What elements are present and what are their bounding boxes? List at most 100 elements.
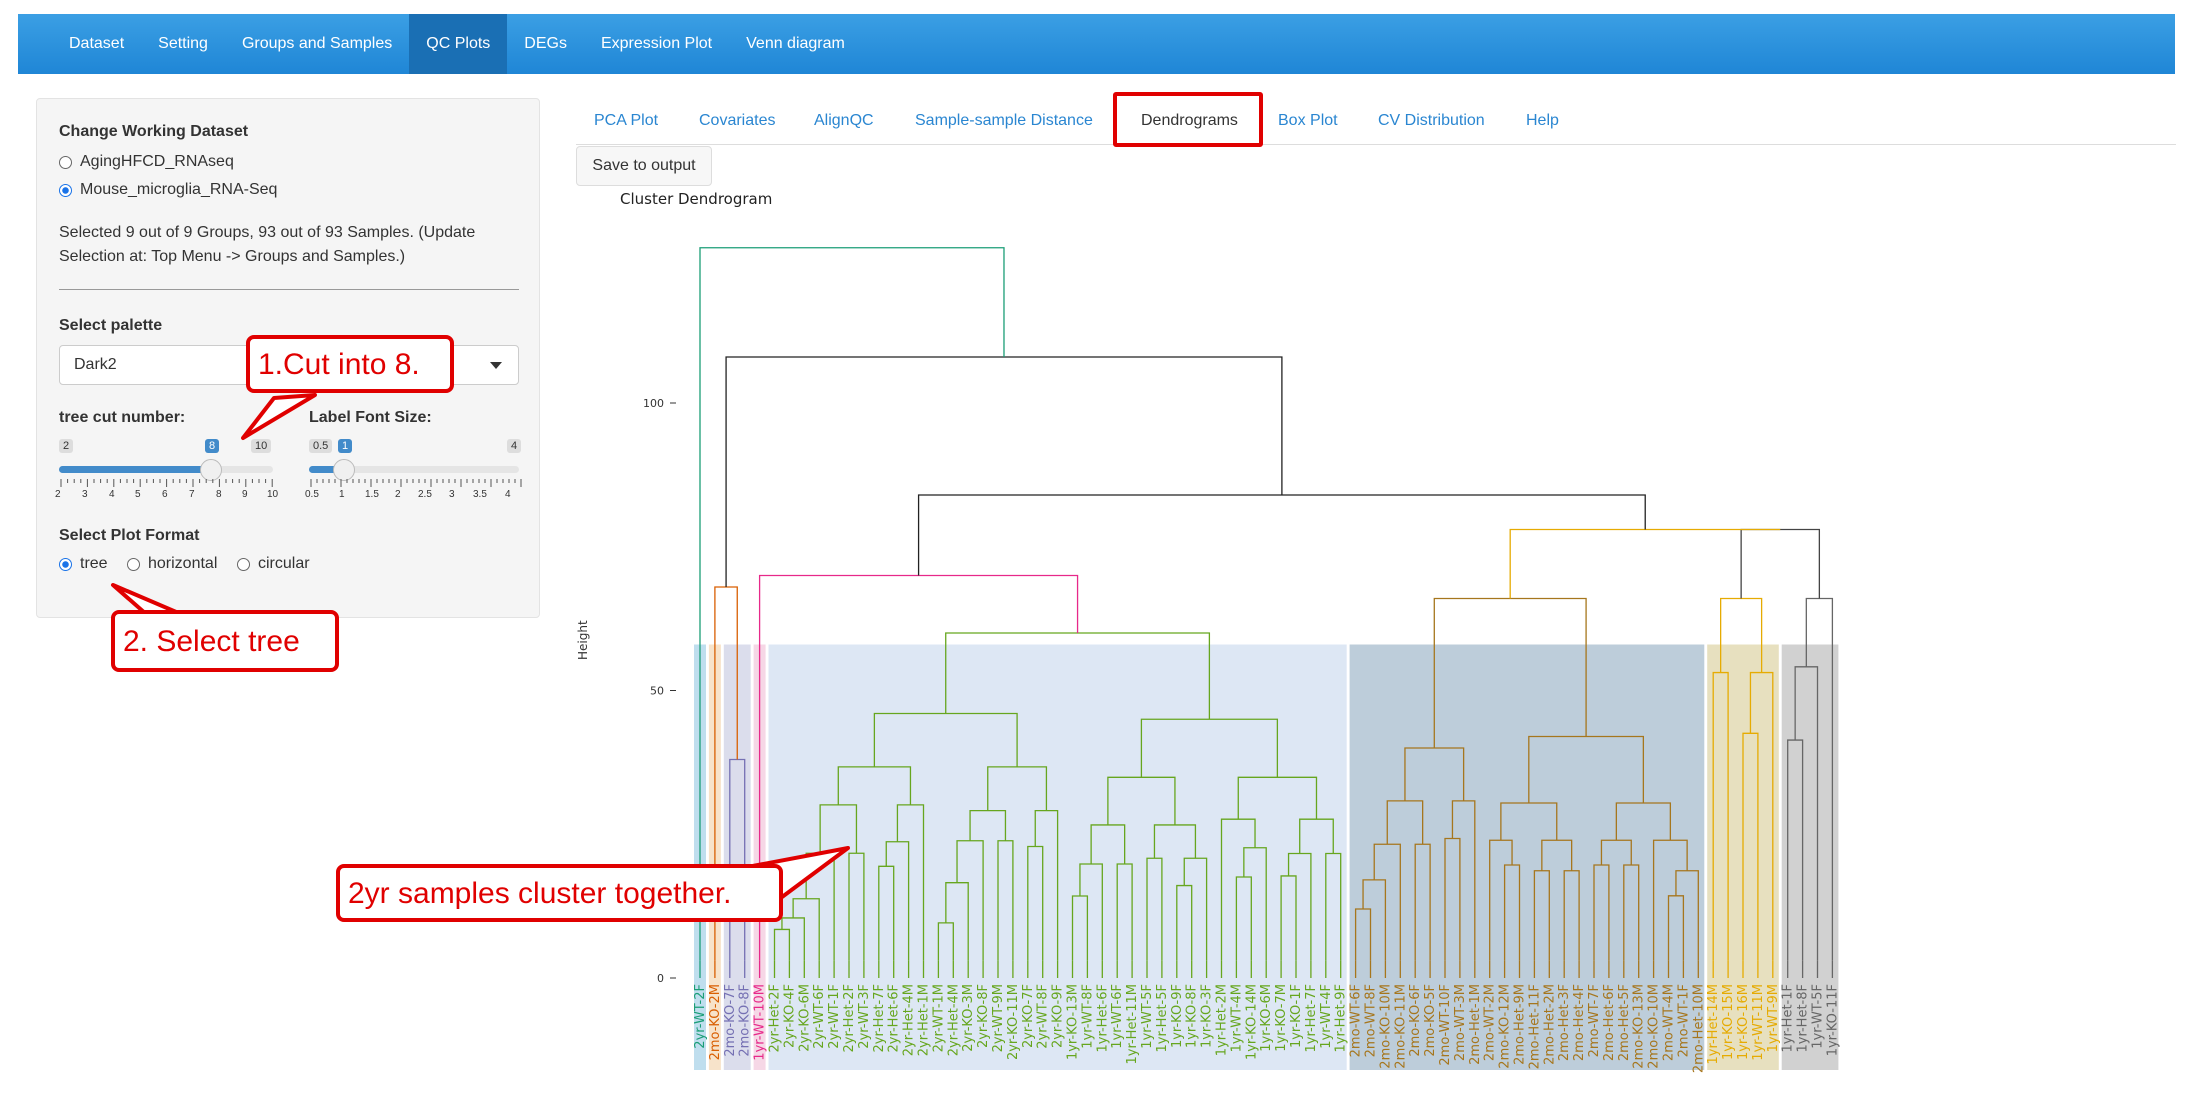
leaf-label: 2mo-KO-8F <box>738 984 753 1057</box>
save-to-output-button[interactable]: Save to output <box>576 146 712 186</box>
tab-dendrograms-highlight[interactable]: Dendrograms <box>1113 92 1263 147</box>
font-size-handle[interactable] <box>333 459 355 481</box>
leaf-label: 2yr-WT-1F <box>827 984 842 1049</box>
nav-dataset[interactable]: Dataset <box>52 14 141 74</box>
tree-cut-handle[interactable] <box>200 459 222 481</box>
leaf-label: 2mo-WT-1F <box>1676 984 1691 1057</box>
leaf-label: 1yr-WT-5F <box>1140 984 1155 1049</box>
format-option-horizontal[interactable]: horizontal <box>127 555 217 573</box>
leaf-label: 2mo-Het-11F <box>1527 984 1542 1069</box>
tick-label: 10 <box>267 489 279 500</box>
leaf-label: 1yr-WT-5F <box>1811 984 1826 1049</box>
leaf-label: 2mo-WT-6F <box>1349 984 1364 1057</box>
leaf-label: 1yr-Het-9F <box>1334 984 1349 1052</box>
dendrogram-branch <box>917 494 1646 576</box>
leaf-label: 1yr-Het-6F <box>1095 984 1110 1052</box>
tab-sample-sample-distance[interactable]: Sample-sample Distance <box>915 112 1093 130</box>
leaf-label: 1yr-KO-14M <box>1244 984 1259 1060</box>
tab-covariates[interactable]: Covariates <box>699 112 775 130</box>
leaf-label: 2yr-KO-8F <box>976 984 991 1048</box>
leaf-label: 1yr-Het-1F <box>1781 984 1796 1052</box>
top-navbar: Dataset Setting Groups and Samples QC Pl… <box>18 14 2175 74</box>
leaf-label: 2mo-Het-2M <box>1542 984 1557 1065</box>
leaf-label: 1yr-KO-9F <box>1170 984 1185 1048</box>
leaf-label: 2yr-KO-7F <box>1021 984 1036 1048</box>
tab-pca-plot[interactable]: PCA Plot <box>594 112 658 130</box>
nav-expression-plot[interactable]: Expression Plot <box>584 14 729 74</box>
leaf-label: 1yr-Het-11M <box>1125 984 1140 1065</box>
leaf-label: 2mo-Het-6F <box>1602 984 1617 1061</box>
dataset-option-mouse-microglia[interactable]: Mouse_microglia_RNA-Seq <box>59 181 277 199</box>
leaf-label: 1yr-Het-14M <box>1706 984 1721 1065</box>
nav-qc-plots[interactable]: QC Plots <box>409 14 508 74</box>
y-tick-label: 50 <box>650 685 664 698</box>
leaf-label: 2yr-Het-4M <box>946 984 961 1056</box>
leaf-label: 2yr-Het-1M <box>917 984 932 1056</box>
radio-button-selected[interactable] <box>59 557 72 571</box>
palette-value: Dark2 <box>74 356 117 373</box>
tab-box-plot[interactable]: Box Plot <box>1278 112 1338 130</box>
tab-help[interactable]: Help <box>1526 112 1559 130</box>
dataset-heading: Change Working Dataset <box>59 123 249 140</box>
tab-alignqc[interactable]: AlignQC <box>814 112 874 130</box>
leaf-label: 2mo-KO-6F <box>1408 984 1423 1057</box>
leaf-label: 2yr-WT-3F <box>857 984 872 1049</box>
leaf-label: 2mo-Het-5F <box>1617 984 1632 1061</box>
leaf-label: 1yr-Het-2M <box>1215 984 1230 1056</box>
tick-label: 8 <box>216 489 222 500</box>
leaf-label: 2yr-Het-2F <box>768 984 783 1052</box>
tab-cv-distribution[interactable]: CV Distribution <box>1378 112 1485 130</box>
tab-dendrograms[interactable]: Dendrograms <box>1141 112 1238 130</box>
leaf-label: 1yr-KO-1F <box>1289 984 1304 1048</box>
tree-cut-max: 10 <box>251 439 272 453</box>
leaf-label: 1yr-KO-16M <box>1736 984 1751 1060</box>
dataset-option-aginghfcd[interactable]: AgingHFCD_RNAseq <box>59 153 234 171</box>
leaf-label: 2yr-KO-3M <box>961 984 976 1052</box>
leaf-label: 1yr-WT-8F <box>1080 984 1095 1049</box>
plot-format-label: Select Plot Format <box>59 527 200 544</box>
tick-label: 5 <box>135 489 141 500</box>
leaf-label: 1yr-Het-7F <box>1304 984 1319 1052</box>
radio-button[interactable] <box>237 557 250 571</box>
radio-button[interactable] <box>59 155 72 169</box>
leaf-label: 1yr-KO-13M <box>1066 984 1081 1060</box>
y-tick-label: 100 <box>643 397 664 410</box>
tree-cut-tick-labels: 2 3 4 5 6 7 8 9 10 <box>55 489 285 503</box>
dataset-option-label: Mouse_microglia_RNA-Seq <box>80 181 278 198</box>
tick-label: 9 <box>242 489 248 500</box>
leaf-label: 1yr-KO-15M <box>1721 984 1736 1060</box>
leaf-label: 1yr-KO-11F <box>1825 984 1840 1056</box>
tick-label: 1.5 <box>365 489 379 500</box>
tick-label: 3 <box>82 489 88 500</box>
leaf-label: 1yr-WT-4M <box>1229 984 1244 1052</box>
leaf-label: 2mo-WT-7F <box>1587 984 1602 1057</box>
nav-groups-and-samples[interactable]: Groups and Samples <box>225 14 409 74</box>
format-option-circular[interactable]: circular <box>237 555 310 573</box>
tick-label: 2 <box>55 489 61 500</box>
format-option-tree[interactable]: tree <box>59 555 108 573</box>
leaf-label: 2mo-KO-10M <box>1647 984 1662 1069</box>
leaf-label: 2yr-Het-2F <box>842 984 857 1052</box>
font-size-current: 1 <box>338 439 353 453</box>
dataset-option-label: AgingHFCD_RNAseq <box>80 153 234 170</box>
nav-setting[interactable]: Setting <box>141 14 225 74</box>
leaf-label: 1yr-KO-8F <box>1185 984 1200 1048</box>
tree-cut-label: tree cut number: <box>59 409 186 426</box>
font-size-min: 0.5 <box>309 439 333 453</box>
palette-label: Select palette <box>59 317 163 334</box>
leaf-label: 2mo-KO-13M <box>1632 984 1647 1069</box>
radio-button[interactable] <box>127 557 140 571</box>
leaf-label: 2mo-Het-3F <box>1557 984 1572 1061</box>
leaf-label: 2mo-KO-10M <box>1378 984 1393 1069</box>
dendrogram-branch <box>725 356 1283 587</box>
tick-label: 4 <box>505 489 511 500</box>
leaf-label: 1yr-Het-5F <box>1155 984 1170 1052</box>
tick-label: 3.5 <box>473 489 487 500</box>
nav-venn-diagram[interactable]: Venn diagram <box>729 14 862 74</box>
font-size-ticks <box>310 479 522 487</box>
nav-degs[interactable]: DEGs <box>507 14 584 74</box>
leaf-label: 2yr-Het-7F <box>872 984 887 1052</box>
radio-button-selected[interactable] <box>59 183 72 197</box>
y-tick-label: 0 <box>657 972 664 985</box>
tick-label: 7 <box>189 489 195 500</box>
